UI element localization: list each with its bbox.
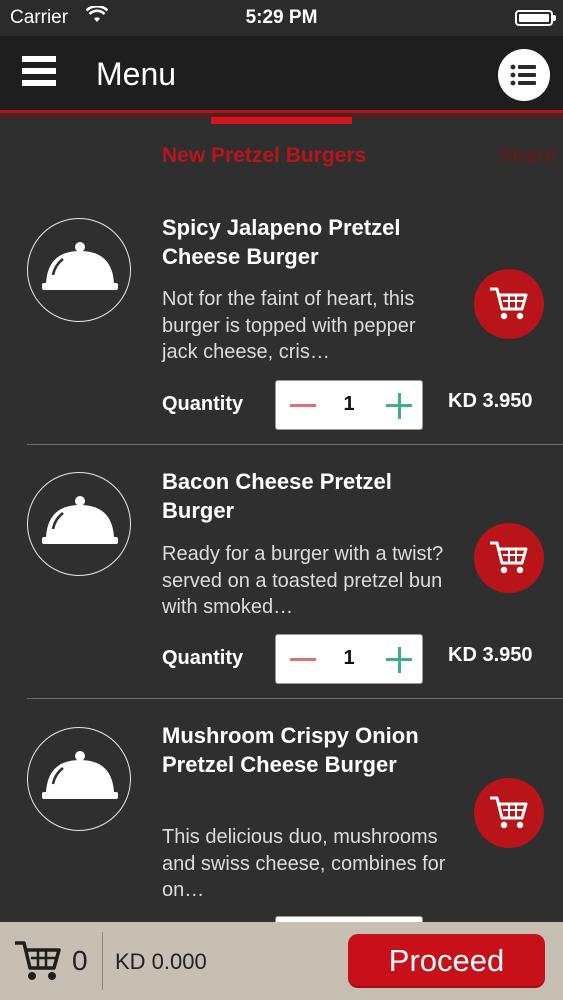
cart-icon (490, 796, 528, 829)
item-name: Spicy Jalapeno Pretzel Cheese Burger (162, 215, 401, 269)
proceed-button[interactable]: Proceed (348, 934, 545, 988)
item-divider (27, 698, 563, 699)
food-cloche-icon (42, 242, 118, 290)
nav-bar: Menu (0, 36, 563, 110)
tab-new-pretzel-burgers[interactable]: New Pretzel Burgers (162, 144, 366, 168)
quantity-value: 1 (343, 647, 355, 669)
item-name: Mushroom Crispy Onion Pretzel Cheese Bur… (162, 723, 419, 777)
decrement-button[interactable] (290, 404, 316, 407)
quantity-label: Quantity (162, 393, 244, 415)
list-icon (510, 64, 536, 86)
tab-share[interactable]: Share (498, 144, 556, 168)
item-divider (27, 444, 563, 445)
item-description: Ready for a burger with a twist? served … (162, 543, 444, 618)
clock: 5:29 PM (245, 7, 318, 28)
add-to-cart-button[interactable] (474, 523, 544, 593)
add-to-cart-button[interactable] (474, 778, 544, 848)
cart-icon (490, 541, 528, 574)
hamburger-menu-icon[interactable] (22, 56, 56, 90)
cart-total: KD 0.000 (115, 949, 207, 974)
list-view-button[interactable] (498, 49, 550, 101)
status-bar: Carrier 5:29 PM (0, 0, 563, 36)
quantity-stepper: 1 (275, 380, 423, 430)
page-title: Menu (96, 56, 177, 92)
add-to-cart-button[interactable] (474, 269, 544, 339)
item-price: KD 3.950 (448, 390, 533, 412)
food-cloche-icon (42, 751, 118, 799)
quantity-value: 1 (343, 393, 355, 415)
item-description: This delicious duo, mushrooms and swiss … (162, 826, 446, 901)
quantity-label: Quantity (162, 647, 244, 669)
cart-summary-bar: 0 KD 0.000 Proceed (0, 922, 563, 1000)
decrement-button[interactable] (290, 658, 316, 661)
item-avatar (27, 218, 131, 322)
cart-count: 0 (72, 945, 88, 976)
tab-indicator (211, 117, 352, 124)
item-avatar (27, 472, 131, 576)
item-avatar (27, 727, 131, 831)
cart-icon[interactable] (14, 938, 62, 989)
separator (102, 932, 103, 990)
cart-icon (490, 287, 528, 320)
header-divider (0, 110, 563, 113)
quantity-stepper: 1 (275, 634, 423, 684)
item-price: KD 3.950 (448, 644, 533, 666)
food-cloche-icon (42, 496, 118, 544)
item-description: Not for the faint of heart, this burger … (162, 288, 416, 363)
battery-icon (515, 10, 556, 26)
item-name: Bacon Cheese Pretzel Burger (162, 469, 392, 523)
